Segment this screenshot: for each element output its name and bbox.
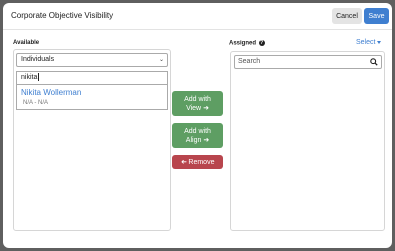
cancel-button[interactable]: Cancel	[332, 8, 362, 24]
arrow-right-icon: ➜	[203, 136, 210, 144]
assigned-label: Assigned ?	[229, 40, 265, 47]
search-icon[interactable]	[370, 58, 378, 71]
visibility-modal: Corporate Objective Visibility Cancel Sa…	[3, 3, 392, 248]
select-label: Select	[356, 39, 376, 46]
type-select[interactable]: Individuals ⌄	[16, 53, 168, 67]
remove-button[interactable]: ➜ Remove	[172, 155, 223, 169]
modal-title: Corporate Objective Visibility	[11, 11, 114, 20]
chevron-down-icon: ⌄	[158, 57, 164, 63]
filter-value: nikita	[21, 74, 38, 81]
available-label: Available	[13, 40, 40, 46]
add-view-line1: Add with	[184, 95, 211, 103]
modal-header: Corporate Objective Visibility Cancel Sa…	[3, 3, 392, 30]
text-cursor	[38, 73, 40, 82]
type-select-value: Individuals	[21, 56, 55, 63]
assigned-panel	[230, 51, 385, 231]
available-filter-input[interactable]: nikita	[16, 71, 168, 85]
result-subtitle: N/A - N/A	[23, 100, 49, 106]
add-align-line2: Align	[185, 136, 202, 144]
add-align-line1: Add with	[184, 127, 211, 135]
remove-label: Remove	[188, 158, 215, 166]
arrow-left-icon: ➜	[180, 158, 187, 166]
assigned-search-input[interactable]: Search	[234, 55, 382, 69]
help-icon[interactable]: ?	[258, 40, 265, 46]
assigned-select-dropdown[interactable]: Select	[356, 39, 382, 46]
add-with-align-button[interactable]: Add with Align ➜	[172, 123, 223, 148]
result-name[interactable]: Nikita Wollerman	[21, 88, 81, 97]
result-item[interactable]: Nikita Wollerman N/A - N/A	[16, 85, 168, 110]
assigned-label-text: Assigned	[229, 40, 257, 47]
caret-down-icon	[377, 40, 382, 44]
save-button[interactable]: Save	[364, 8, 389, 24]
search-placeholder: Search	[238, 58, 261, 65]
arrow-right-icon: ➜	[203, 104, 209, 112]
add-with-view-button[interactable]: Add with View ➜	[172, 91, 223, 116]
add-view-line2: View	[186, 104, 202, 112]
